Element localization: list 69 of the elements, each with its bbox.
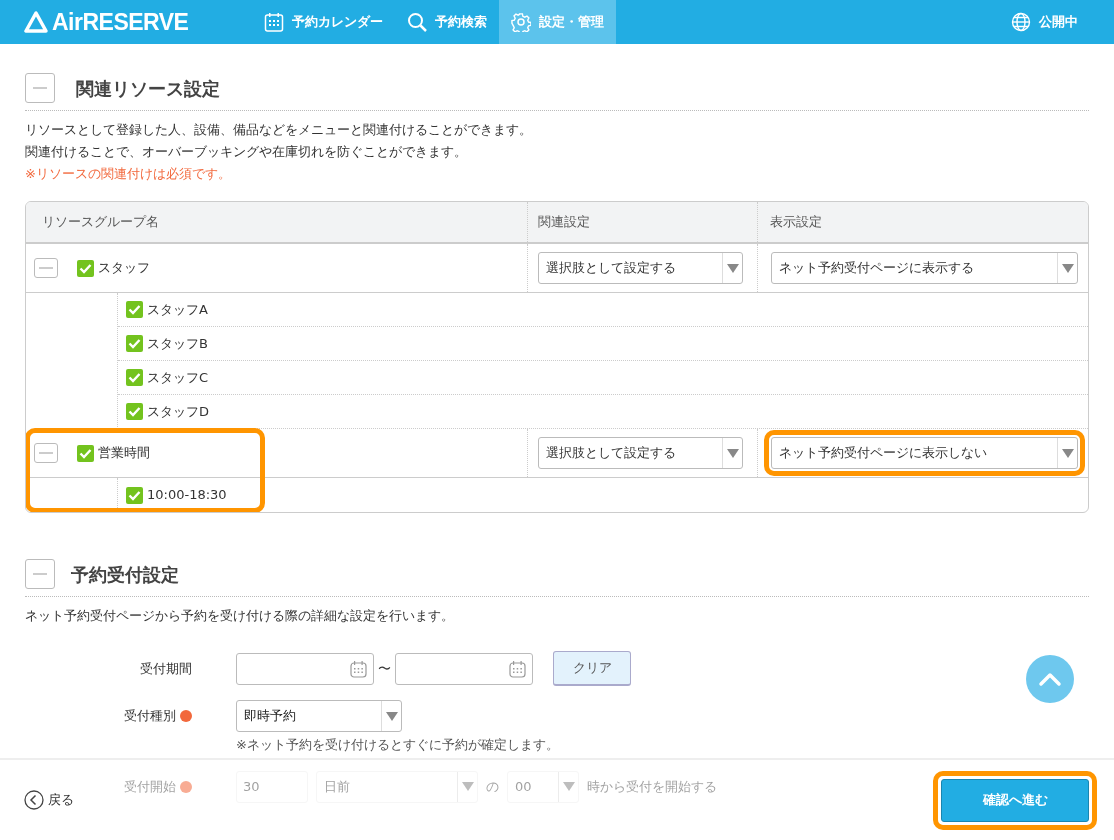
globe-icon: [1011, 12, 1031, 32]
search-icon: [407, 12, 428, 32]
collapse-button[interactable]: [34, 443, 58, 463]
display-setting-select[interactable]: ネット予約受付ページに表示しない: [771, 437, 1078, 469]
group-name: スタッフ: [98, 259, 150, 278]
chevron-up-icon: [1038, 670, 1062, 688]
required-note: ※リソースの関連付けは必須です。: [25, 165, 232, 183]
nav-tab[interactable]: 設定・管理: [499, 0, 617, 44]
settings-icon: [511, 12, 532, 32]
checkbox[interactable]: [126, 486, 143, 504]
collapse-button[interactable]: [34, 258, 58, 278]
caret-icon: [725, 262, 740, 274]
caret-icon: [460, 781, 475, 792]
member-name: スタッフD: [147, 402, 209, 421]
member-name: スタッフA: [147, 300, 208, 319]
link-setting-select[interactable]: 選択肢として設定する: [538, 252, 743, 284]
range-separator: 〜: [378, 659, 391, 678]
chevron-left-icon: [24, 790, 44, 810]
back-link[interactable]: 戻る: [24, 790, 74, 810]
calendar-icon: [509, 659, 526, 678]
nav-tab[interactable]: 予約検索: [395, 0, 500, 44]
date-field[interactable]: [395, 652, 533, 685]
caret-icon: [384, 710, 399, 722]
link-setting-select[interactable]: 選択肢として設定する: [538, 437, 743, 469]
clear-button[interactable]: クリア: [553, 651, 631, 686]
column-header: 関連設定: [538, 213, 590, 232]
note-text: ※ネット予約を受け付けるとすぐに予約が確定します。: [236, 736, 560, 754]
caret-icon: [1060, 262, 1075, 274]
field-label: 受付開始: [124, 777, 176, 796]
display-setting-select[interactable]: ネット予約受付ページに表示する: [771, 252, 1078, 284]
description-text: ネット予約受付ページから予約を受け付ける際の詳細な設定を行います。: [25, 607, 455, 625]
field-label: 受付期間: [140, 659, 192, 678]
section-title: 予約受付設定: [71, 562, 179, 587]
nav-tab[interactable]: 予約カレンダー: [252, 0, 396, 44]
checkbox[interactable]: [77, 444, 94, 462]
caret-icon: [725, 447, 740, 459]
checkbox[interactable]: [126, 403, 143, 420]
caret-icon: [561, 781, 576, 792]
confirm-button[interactable]: 確認へ進む: [941, 778, 1089, 822]
logo-text: AirRESERVE: [52, 7, 189, 37]
triangle-logo-icon: [24, 11, 48, 33]
field-label: 受付種別: [124, 707, 176, 726]
scroll-top-button[interactable]: [1026, 655, 1074, 703]
member-name: スタッフB: [147, 334, 208, 353]
column-header: リソースグループ名: [42, 213, 159, 232]
date-field[interactable]: [236, 652, 374, 685]
checkbox[interactable]: [126, 335, 143, 352]
hour-select[interactable]: 00: [507, 770, 579, 803]
unit-select[interactable]: 日前: [316, 770, 478, 803]
field-suffix: 時から受付を開始する: [587, 777, 717, 796]
collapse-button[interactable]: [25, 73, 55, 103]
collapse-button[interactable]: [25, 559, 55, 589]
description-text: 関連付けることで、オーバーブッキングや在庫切れを防ぐことができます。: [25, 143, 468, 161]
checkbox[interactable]: [77, 259, 94, 277]
member-name: スタッフC: [147, 368, 209, 387]
column-header: 表示設定: [770, 213, 822, 232]
calendar-icon: [264, 12, 285, 32]
checkbox[interactable]: [126, 301, 143, 318]
connector-text: の: [486, 777, 499, 796]
checkbox[interactable]: [126, 369, 143, 386]
section-title: 関連リソース設定: [76, 76, 220, 101]
calendar-icon: [350, 659, 367, 678]
description-text: リソースとして登録した人、設備、備品などをメニューと関連付けることができます。: [25, 121, 533, 139]
member-name: 10:00-18:30: [147, 486, 227, 505]
days-field[interactable]: 30: [236, 770, 308, 803]
publish-status[interactable]: 公開中: [999, 0, 1090, 44]
reservation-type-select[interactable]: 即時予約: [236, 700, 402, 732]
caret-icon: [1060, 447, 1075, 459]
group-name: 営業時間: [98, 444, 150, 463]
